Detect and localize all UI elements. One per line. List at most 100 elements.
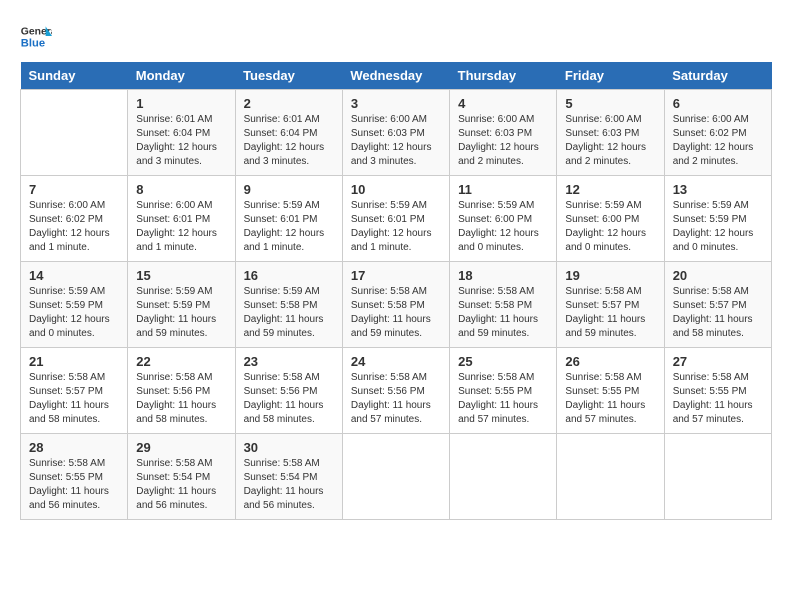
day-number: 26: [565, 354, 655, 369]
calendar-cell: 22 Sunrise: 5:58 AMSunset: 5:56 PMDayligh…: [128, 348, 235, 434]
calendar-cell: 12 Sunrise: 5:59 AMSunset: 6:00 PMDayligh…: [557, 176, 664, 262]
day-header-thursday: Thursday: [450, 62, 557, 90]
day-detail: Sunrise: 6:00 AMSunset: 6:02 PMDaylight:…: [673, 113, 763, 169]
calendar-cell: [557, 434, 664, 520]
calendar-cell: 28 Sunrise: 5:58 AMSunset: 5:55 PMDayligh…: [21, 434, 128, 520]
day-number: 15: [136, 268, 226, 283]
day-detail: Sunrise: 6:00 AMSunset: 6:03 PMDaylight:…: [458, 113, 548, 169]
day-header-saturday: Saturday: [664, 62, 771, 90]
day-detail: Sunrise: 5:58 AMSunset: 5:57 PMDaylight:…: [565, 285, 655, 341]
day-number: 24: [351, 354, 441, 369]
calendar-cell: [450, 434, 557, 520]
calendar-cell: 25Sunrise: 5:58 AMSunset: 5:55 PMDayligh…: [450, 348, 557, 434]
calendar-cell: 11 Sunrise: 5:59 AMSunset: 6:00 PMDayligh…: [450, 176, 557, 262]
calendar-cell: 23 Sunrise: 5:58 AMSunset: 5:56 PMDayligh…: [235, 348, 342, 434]
calendar-cell: 15 Sunrise: 5:59 AMSunset: 5:59 PMDayligh…: [128, 262, 235, 348]
day-number: 5: [565, 96, 655, 111]
logo: GeneralBlue: [20, 20, 52, 52]
day-number: 19: [565, 268, 655, 283]
day-number: 10: [351, 182, 441, 197]
calendar-cell: 1Sunrise: 6:01 AMSunset: 6:04 PMDaylight…: [128, 90, 235, 176]
calendar-cell: 14 Sunrise: 5:59 AMSunset: 5:59 PMDayligh…: [21, 262, 128, 348]
calendar-cell: 30 Sunrise: 5:58 AMSunset: 5:54 PMDayligh…: [235, 434, 342, 520]
day-detail: Sunrise: 5:59 AMSunset: 5:59 PMDaylight:…: [136, 285, 226, 341]
day-header-wednesday: Wednesday: [342, 62, 449, 90]
calendar-week-row: 21 Sunrise: 5:58 AMSunset: 5:57 PMDayligh…: [21, 348, 772, 434]
day-header-sunday: Sunday: [21, 62, 128, 90]
calendar-cell: 19 Sunrise: 5:58 AMSunset: 5:57 PMDayligh…: [557, 262, 664, 348]
calendar-cell: [664, 434, 771, 520]
day-detail: Sunrise: 5:58 AMSunset: 5:55 PMDaylight:…: [29, 457, 119, 513]
day-detail: Sunrise: 6:00 AMSunset: 6:01 PMDaylight:…: [136, 199, 226, 255]
day-detail: Sunrise: 5:58 AMSunset: 5:58 PMDaylight:…: [351, 285, 441, 341]
calendar-cell: 7 Sunrise: 6:00 AMSunset: 6:02 PMDaylight…: [21, 176, 128, 262]
header: GeneralBlue: [20, 20, 772, 52]
calendar-week-row: 28 Sunrise: 5:58 AMSunset: 5:55 PMDayligh…: [21, 434, 772, 520]
calendar-week-row: 7 Sunrise: 6:00 AMSunset: 6:02 PMDaylight…: [21, 176, 772, 262]
day-detail: Sunrise: 5:58 AMSunset: 5:57 PMDaylight:…: [29, 371, 119, 427]
day-detail: Sunrise: 6:00 AMSunset: 6:03 PMDaylight:…: [565, 113, 655, 169]
day-detail: Sunrise: 5:58 AMSunset: 5:54 PMDaylight:…: [136, 457, 226, 513]
calendar-cell: 17 Sunrise: 5:58 AMSunset: 5:58 PMDayligh…: [342, 262, 449, 348]
calendar-cell: 24 Sunrise: 5:58 AMSunset: 5:56 PMDayligh…: [342, 348, 449, 434]
calendar-cell: 5 Sunrise: 6:00 AMSunset: 6:03 PMDaylight…: [557, 90, 664, 176]
calendar-cell: 8 Sunrise: 6:00 AMSunset: 6:01 PMDaylight…: [128, 176, 235, 262]
day-detail: Sunrise: 5:58 AMSunset: 5:54 PMDaylight:…: [244, 457, 334, 513]
day-number: 17: [351, 268, 441, 283]
day-detail: Sunrise: 5:58 AMSunset: 5:56 PMDaylight:…: [244, 371, 334, 427]
calendar-cell: 10 Sunrise: 5:59 AMSunset: 6:01 PMDayligh…: [342, 176, 449, 262]
calendar-week-row: 1Sunrise: 6:01 AMSunset: 6:04 PMDaylight…: [21, 90, 772, 176]
calendar-cell: 6 Sunrise: 6:00 AMSunset: 6:02 PMDaylight…: [664, 90, 771, 176]
day-number: 22: [136, 354, 226, 369]
day-number: 29: [136, 440, 226, 455]
day-number: 3: [351, 96, 441, 111]
day-number: 6: [673, 96, 763, 111]
calendar-cell: 21 Sunrise: 5:58 AMSunset: 5:57 PMDayligh…: [21, 348, 128, 434]
day-number: 11: [458, 182, 548, 197]
day-number: 13: [673, 182, 763, 197]
day-detail: Sunrise: 5:58 AMSunset: 5:55 PMDaylight:…: [673, 371, 763, 427]
day-detail: Sunrise: 5:58 AMSunset: 5:55 PMDaylight:…: [565, 371, 655, 427]
calendar-cell: [21, 90, 128, 176]
day-detail: Sunrise: 6:00 AMSunset: 6:02 PMDaylight:…: [29, 199, 119, 255]
calendar-cell: 4 Sunrise: 6:00 AMSunset: 6:03 PMDaylight…: [450, 90, 557, 176]
day-detail: Sunrise: 6:01 AMSunset: 6:04 PMDaylight:…: [136, 113, 226, 169]
day-number: 8: [136, 182, 226, 197]
day-detail: Sunrise: 5:59 AMSunset: 6:00 PMDaylight:…: [565, 199, 655, 255]
day-detail: Sunrise: 5:58 AMSunset: 5:55 PMDaylight:…: [458, 371, 548, 427]
day-number: 18: [458, 268, 548, 283]
calendar-cell: 26 Sunrise: 5:58 AMSunset: 5:55 PMDayligh…: [557, 348, 664, 434]
day-detail: Sunrise: 5:58 AMSunset: 5:56 PMDaylight:…: [136, 371, 226, 427]
day-detail: Sunrise: 5:59 AMSunset: 5:58 PMDaylight:…: [244, 285, 334, 341]
day-number: 7: [29, 182, 119, 197]
day-number: 23: [244, 354, 334, 369]
calendar-cell: 3 Sunrise: 6:00 AMSunset: 6:03 PMDaylight…: [342, 90, 449, 176]
day-number: 2: [244, 96, 334, 111]
day-detail: Sunrise: 5:58 AMSunset: 5:58 PMDaylight:…: [458, 285, 548, 341]
day-detail: Sunrise: 5:59 AMSunset: 6:00 PMDaylight:…: [458, 199, 548, 255]
calendar-cell: 9 Sunrise: 5:59 AMSunset: 6:01 PMDaylight…: [235, 176, 342, 262]
day-number: 30: [244, 440, 334, 455]
day-detail: Sunrise: 6:01 AMSunset: 6:04 PMDaylight:…: [244, 113, 334, 169]
day-detail: Sunrise: 6:00 AMSunset: 6:03 PMDaylight:…: [351, 113, 441, 169]
calendar-table: SundayMondayTuesdayWednesdayThursdayFrid…: [20, 62, 772, 520]
day-number: 9: [244, 182, 334, 197]
calendar-cell: 16Sunrise: 5:59 AMSunset: 5:58 PMDayligh…: [235, 262, 342, 348]
day-header-tuesday: Tuesday: [235, 62, 342, 90]
calendar-cell: 20 Sunrise: 5:58 AMSunset: 5:57 PMDayligh…: [664, 262, 771, 348]
svg-text:Blue: Blue: [21, 37, 45, 49]
calendar-header-row: SundayMondayTuesdayWednesdayThursdayFrid…: [21, 62, 772, 90]
day-number: 4: [458, 96, 548, 111]
day-number: 20: [673, 268, 763, 283]
day-number: 21: [29, 354, 119, 369]
day-detail: Sunrise: 5:59 AMSunset: 6:01 PMDaylight:…: [244, 199, 334, 255]
day-number: 28: [29, 440, 119, 455]
day-number: 12: [565, 182, 655, 197]
logo-icon: GeneralBlue: [20, 20, 52, 52]
day-number: 14: [29, 268, 119, 283]
calendar-cell: 13Sunrise: 5:59 AMSunset: 5:59 PMDayligh…: [664, 176, 771, 262]
day-detail: Sunrise: 5:59 AMSunset: 5:59 PMDaylight:…: [29, 285, 119, 341]
day-detail: Sunrise: 5:58 AMSunset: 5:57 PMDaylight:…: [673, 285, 763, 341]
day-detail: Sunrise: 5:58 AMSunset: 5:56 PMDaylight:…: [351, 371, 441, 427]
day-detail: Sunrise: 5:59 AMSunset: 6:01 PMDaylight:…: [351, 199, 441, 255]
